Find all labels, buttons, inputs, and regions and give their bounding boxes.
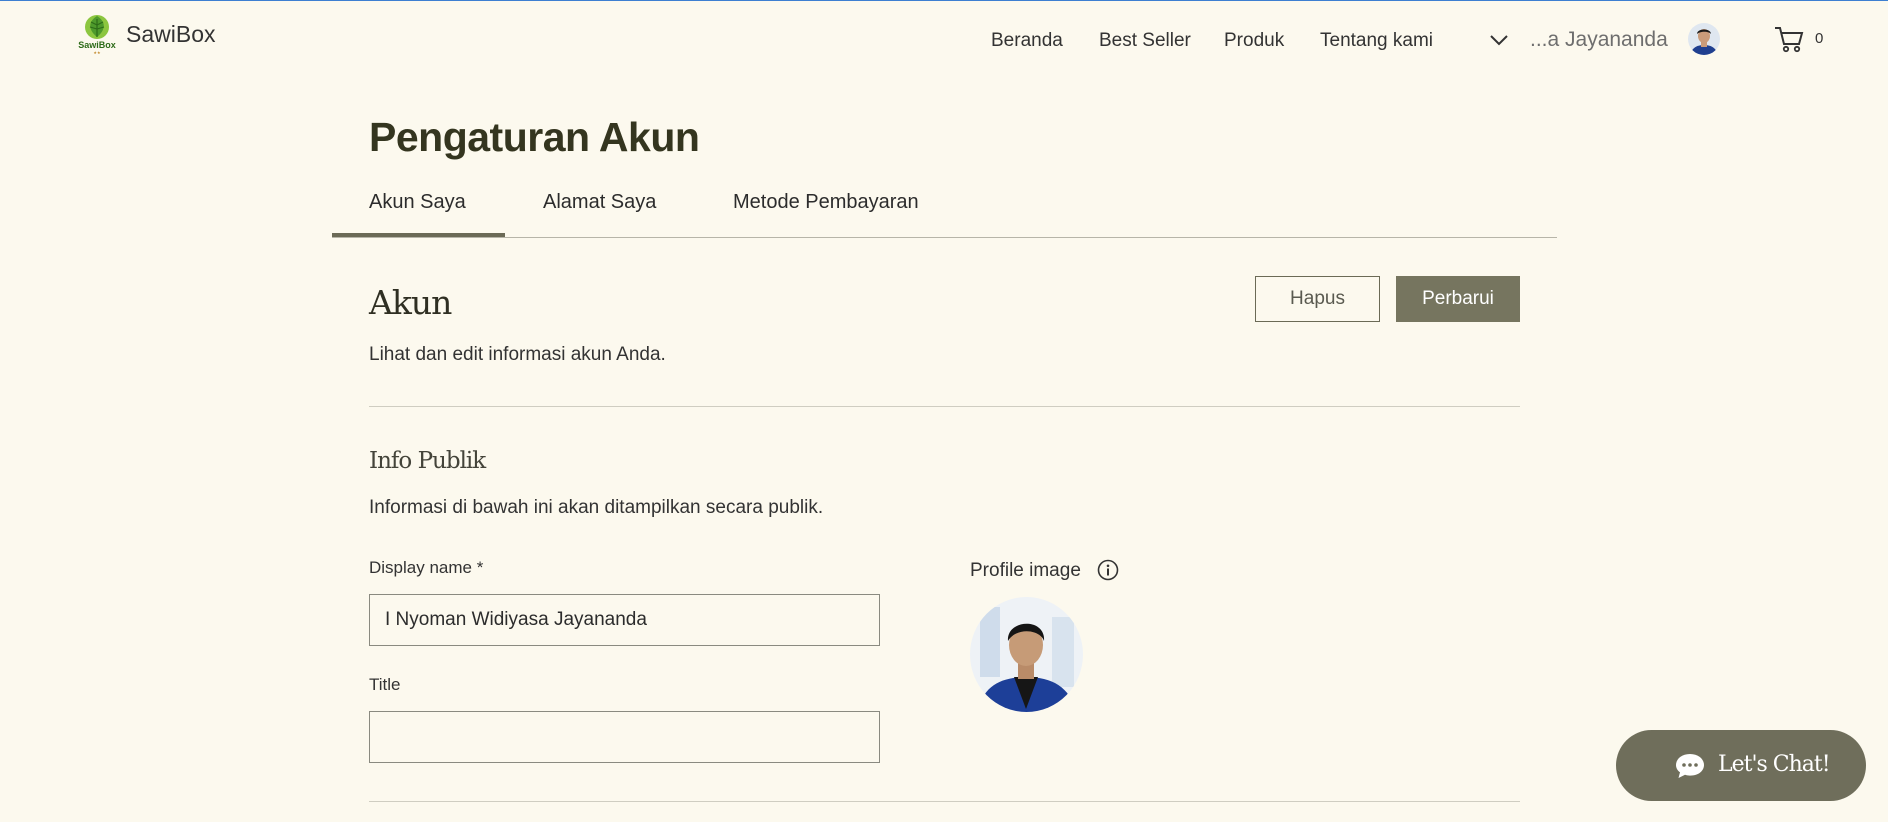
display-name-label: Display name * xyxy=(369,558,484,577)
chat-bubble-icon xyxy=(1676,754,1704,778)
nav-beranda[interactable]: Beranda xyxy=(991,30,1063,52)
update-button[interactable]: Perbarui xyxy=(1396,276,1520,322)
cart-icon[interactable] xyxy=(1774,25,1804,53)
active-tab-indicator xyxy=(332,233,505,237)
user-avatar[interactable] xyxy=(1688,23,1720,55)
tab-divider xyxy=(332,237,1557,238)
section-description: Lihat dan edit informasi akun Anda. xyxy=(369,344,666,365)
profile-image-label: Profile image xyxy=(970,560,1081,581)
cart-count: 0 xyxy=(1815,30,1824,47)
section-title: Akun xyxy=(369,283,452,322)
brand-name[interactable]: SawiBox xyxy=(126,21,215,48)
nav-produk[interactable]: Produk xyxy=(1224,30,1284,52)
tab-metode-pembayaran[interactable]: Metode Pembayaran xyxy=(733,191,919,214)
page-title: Pengaturan Akun xyxy=(369,114,700,160)
public-info-description: Informasi di bawah ini akan ditampilkan … xyxy=(369,497,824,518)
section-divider xyxy=(369,406,1520,407)
logo-text: SawiBox xyxy=(78,40,116,50)
public-info-title: Info Publik xyxy=(369,448,486,474)
chat-button[interactable]: Let's Chat! xyxy=(1616,730,1866,801)
nav-best-seller[interactable]: Best Seller xyxy=(1099,30,1191,52)
tab-alamat-saya[interactable]: Alamat Saya xyxy=(543,191,656,214)
profile-image[interactable] xyxy=(970,597,1083,712)
display-name-field[interactable] xyxy=(369,594,880,646)
title-field[interactable] xyxy=(369,711,880,763)
user-name[interactable]: ...a Jayananda xyxy=(1530,28,1668,52)
tab-akun-saya[interactable]: Akun Saya xyxy=(369,191,466,214)
title-label: Title xyxy=(369,675,401,694)
sawibox-logo-icon[interactable]: SawiBox ★★ xyxy=(77,13,117,55)
nav-tentang-kami[interactable]: Tentang kami xyxy=(1320,30,1433,52)
svg-text:★★: ★★ xyxy=(93,50,101,55)
bottom-divider xyxy=(369,801,1520,802)
chat-label: Let's Chat! xyxy=(1718,752,1831,777)
delete-button[interactable]: Hapus xyxy=(1255,276,1380,322)
info-icon[interactable] xyxy=(1097,559,1119,581)
chevron-down-icon[interactable] xyxy=(1489,31,1509,49)
